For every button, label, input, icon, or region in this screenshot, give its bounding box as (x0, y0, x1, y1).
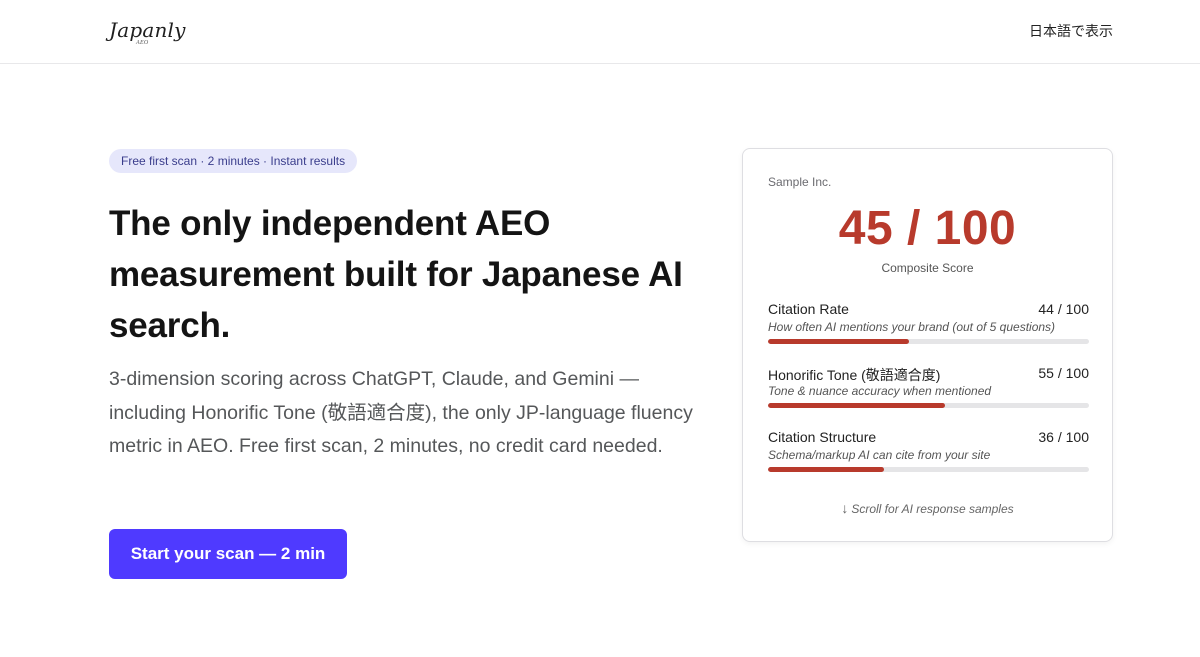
down-arrow-icon: ↓ (841, 500, 849, 516)
metric-citation-structure: Citation Structure 36 / 100 Schema/marku… (768, 429, 1089, 481)
metric-title: Citation Rate (768, 301, 849, 317)
language-switch-link[interactable]: 日本語で表示 (1029, 21, 1113, 41)
start-scan-button[interactable]: Start your scan — 2 min (109, 529, 347, 579)
metric-description: How often AI mentions your brand (out of… (768, 320, 1056, 334)
metric-description: Tone & nuance accuracy when mentioned (768, 384, 992, 398)
metric-value: 44 / 100 (1038, 301, 1089, 317)
metric-progress-fill (768, 403, 945, 408)
sample-score-card: Sample Inc. 45 / 100 Composite Score Cit… (742, 148, 1113, 542)
page-title: The only independent AEO measurement bui… (109, 204, 683, 345)
scroll-hint[interactable]: ↓ Scroll for AI response samples (743, 500, 1112, 516)
metric-honorific-tone: Honorific Tone (敬語適合度) 55 / 100 Tone & n… (768, 365, 1089, 417)
metric-description: Schema/markup AI can cite from your site (768, 448, 991, 462)
composite-score-label: Composite Score (881, 261, 974, 275)
hero-description: 3-dimension scoring across ChatGPT, Clau… (109, 368, 693, 457)
logo-subtext: AEO (136, 40, 149, 46)
metric-citation-rate: Citation Rate 44 / 100 How often AI ment… (768, 301, 1089, 353)
metric-progress-track (768, 403, 1089, 408)
free-scan-badge: Free first scan · 2 minutes · Instant re… (109, 149, 358, 173)
metric-value: 36 / 100 (1038, 429, 1089, 445)
composite-score-value: 45 / 100 (838, 202, 1017, 255)
sample-company-name: Sample Inc. (768, 175, 832, 189)
metric-progress-track (768, 339, 1089, 344)
metric-progress-track (768, 467, 1089, 472)
logo[interactable]: Japanly AEO (109, 14, 189, 54)
logo-text: Japanly (109, 18, 186, 42)
metric-title: Honorific Tone (敬語適合度) (768, 367, 941, 383)
metric-title: Citation Structure (768, 429, 877, 445)
metric-value: 55 / 100 (1038, 365, 1089, 381)
metric-progress-fill (768, 467, 884, 472)
top-nav: Japanly AEO 日本語で表示 (0, 0, 1200, 64)
scroll-hint-text: Scroll for AI response samples (851, 502, 1014, 516)
metric-progress-fill (768, 339, 910, 344)
